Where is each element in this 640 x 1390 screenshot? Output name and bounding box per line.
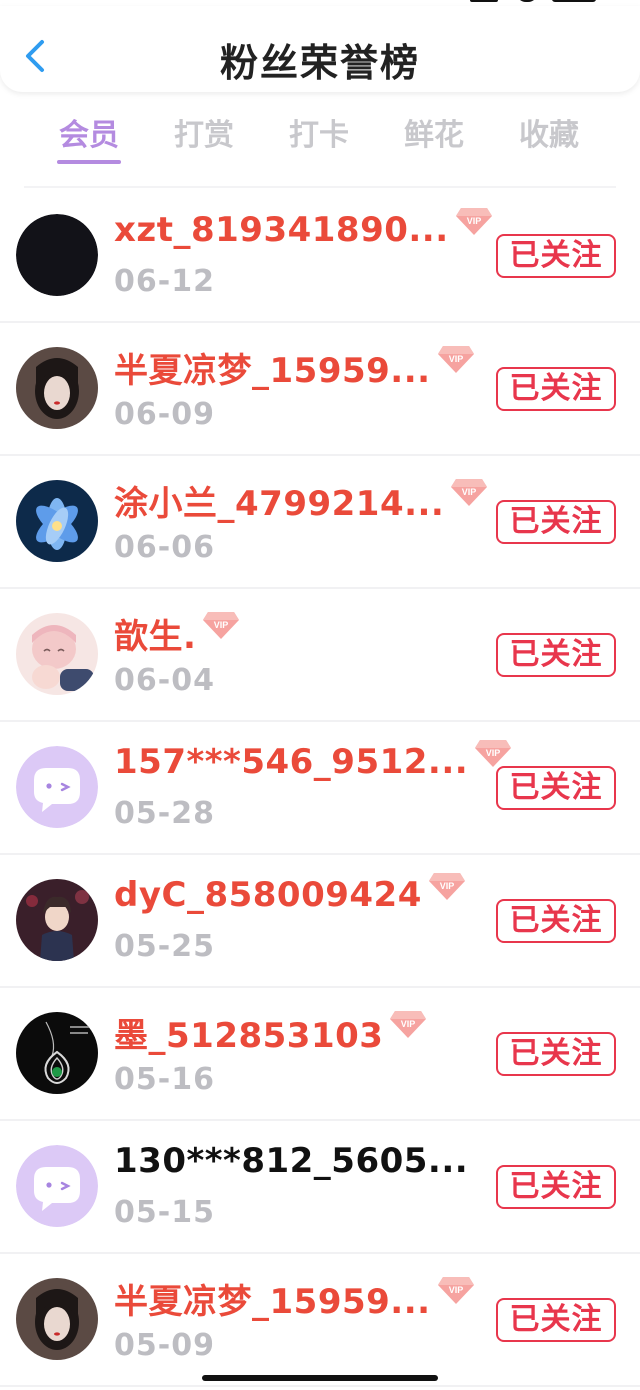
- svg-text:VIP: VIP: [448, 1285, 463, 1295]
- vip-gem-icon: VIP: [428, 871, 466, 901]
- list-item[interactable]: dyC_858009424 VIP 05-25 已关注: [0, 853, 640, 988]
- status-icons: [470, 0, 600, 4]
- tab-flowers[interactable]: 鲜花: [379, 110, 489, 154]
- home-indicator: [202, 1375, 438, 1381]
- avatar[interactable]: [16, 1145, 98, 1227]
- signal-icon: [470, 0, 498, 2]
- followed-button[interactable]: 已关注: [496, 367, 616, 411]
- avatar[interactable]: [16, 214, 98, 296]
- followed-button[interactable]: 已关注: [496, 1032, 616, 1076]
- followed-button[interactable]: 已关注: [496, 1165, 616, 1209]
- vip-gem-icon: VIP: [389, 1009, 427, 1039]
- vip-gem-icon: VIP: [450, 477, 488, 507]
- vip-gem-icon: VIP: [474, 738, 512, 768]
- active-tab-underline: [57, 160, 121, 164]
- followed-button[interactable]: 已关注: [496, 633, 616, 677]
- list-item[interactable]: 157***546_9512... VIP 05-28 已关注: [0, 720, 640, 855]
- follow-date: 05-15: [114, 1195, 215, 1230]
- avatar[interactable]: [16, 347, 98, 429]
- svg-text:VIP: VIP: [401, 1019, 416, 1029]
- fan-name: 歆生.: [114, 617, 197, 657]
- tab-favorites[interactable]: 收藏: [494, 110, 604, 154]
- list-item[interactable]: 涂小兰_4799214... VIP 06-06 已关注: [0, 454, 640, 589]
- followed-button[interactable]: 已关注: [496, 899, 616, 943]
- follow-date: 06-09: [114, 397, 215, 432]
- tab-member[interactable]: 会员: [34, 110, 144, 154]
- wifi-icon: [516, 0, 538, 2]
- fan-name: 半夏凉梦_15959...: [114, 351, 431, 391]
- avatar[interactable]: [16, 480, 98, 562]
- svg-text:VIP: VIP: [486, 748, 501, 758]
- tab-checkin[interactable]: 打卡: [264, 110, 374, 154]
- follow-date: 05-16: [114, 1062, 215, 1097]
- avatar[interactable]: [16, 1278, 98, 1360]
- vip-gem-icon: VIP: [437, 1275, 475, 1305]
- vip-gem-icon: VIP: [437, 344, 475, 374]
- tab-reward[interactable]: 打赏: [149, 110, 259, 154]
- battery-icon: [552, 0, 596, 2]
- fan-name: dyC_858009424: [114, 875, 422, 915]
- fan-name: 墨_512853103: [114, 1016, 384, 1056]
- fan-name: 半夏凉梦_15959...: [114, 1282, 431, 1322]
- list-item[interactable]: xzt_819341890... VIP 06-12 已关注: [0, 188, 640, 323]
- follow-date: 06-12: [114, 264, 215, 299]
- avatar[interactable]: [16, 746, 98, 828]
- header-bar: 粉丝荣誉榜: [0, 6, 640, 92]
- svg-text:VIP: VIP: [448, 354, 463, 364]
- avatar[interactable]: [16, 1012, 98, 1094]
- svg-text:VIP: VIP: [440, 881, 455, 891]
- followed-button[interactable]: 已关注: [496, 234, 616, 278]
- vip-gem-icon: VIP: [455, 206, 493, 236]
- followed-button[interactable]: 已关注: [496, 500, 616, 544]
- follow-date: 05-09: [114, 1328, 215, 1363]
- follow-date: 05-28: [114, 796, 215, 831]
- list-item[interactable]: 墨_512853103 VIP 05-16 已关注: [0, 986, 640, 1121]
- followed-button[interactable]: 已关注: [496, 766, 616, 810]
- fan-name: xzt_819341890...: [114, 210, 449, 250]
- followed-button[interactable]: 已关注: [496, 1298, 616, 1342]
- list-item[interactable]: 半夏凉梦_15959... VIP 06-09 已关注: [0, 321, 640, 456]
- page-title: 粉丝荣誉榜: [219, 41, 420, 85]
- svg-text:VIP: VIP: [462, 487, 477, 497]
- svg-text:VIP: VIP: [214, 620, 229, 630]
- list-item[interactable]: 130***812_5605... 05-15 已关注: [0, 1119, 640, 1254]
- fan-name: 涂小兰_4799214...: [114, 484, 445, 524]
- follow-date: 06-06: [114, 530, 215, 565]
- fan-name: 157***546_9512...: [114, 742, 469, 782]
- avatar[interactable]: [16, 879, 98, 961]
- vip-gem-icon: VIP: [202, 610, 240, 640]
- avatar[interactable]: [16, 613, 98, 695]
- list-item[interactable]: 歆生. VIP 06-04 已关注: [0, 587, 640, 722]
- fan-name: 130***812_5605...: [114, 1141, 469, 1181]
- follow-date: 06-04: [114, 663, 215, 698]
- svg-text:VIP: VIP: [466, 216, 481, 226]
- tab-bar: 会员 打赏 打卡 鲜花 收藏: [0, 100, 640, 190]
- follow-date: 05-25: [114, 929, 215, 964]
- list-item[interactable]: 半夏凉梦_15959... VIP 05-09 已关注: [0, 1252, 640, 1387]
